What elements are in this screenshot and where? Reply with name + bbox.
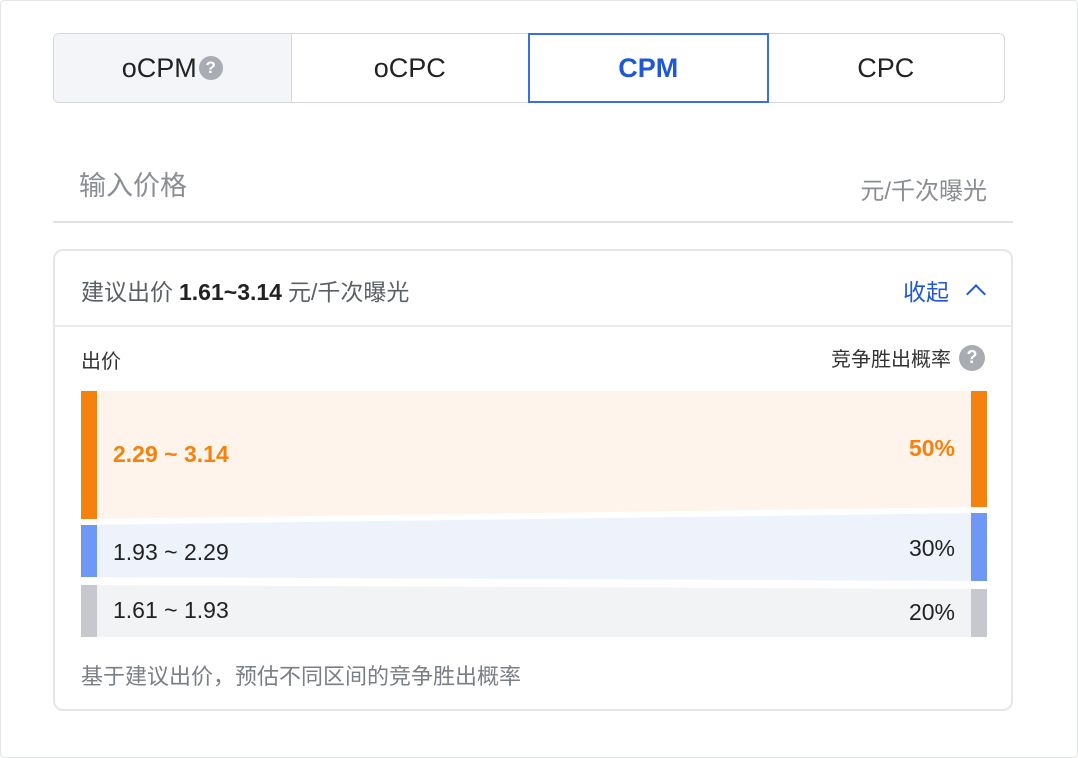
tab-cpc-label: CPC: [857, 52, 915, 83]
band-percent: 30%: [908, 535, 955, 561]
bid-type-tabs: oCPM ? oCPC CPM CPC: [53, 33, 1005, 103]
band-range: 2.29 ~ 3.14: [113, 441, 229, 467]
band-row: 1.93 ~ 2.29 30%: [81, 513, 987, 583]
band-left-bar: [81, 391, 97, 519]
band-right-bar: [971, 513, 987, 581]
band-right-bar: [971, 589, 987, 637]
band-right-bar: [971, 391, 987, 507]
band-row: 2.29 ~ 3.14 50%: [81, 391, 987, 519]
band-range: 1.61 ~ 1.93: [113, 597, 229, 623]
price-input[interactable]: [77, 165, 681, 207]
bid-panel: oCPM ? oCPC CPM CPC 元/千次曝光 建议出价1.61~3.14…: [0, 0, 1078, 758]
column-header-win-rate: 竞争胜出概率 ?: [831, 343, 985, 372]
band-left-bar: [81, 525, 97, 577]
collapse-button[interactable]: 收起: [903, 273, 986, 307]
band-percent: 20%: [908, 599, 955, 625]
suggested-bid-prefix: 建议出价: [81, 279, 173, 305]
footnote: 基于建议出价，预估不同区间的竞争胜出概率: [81, 664, 522, 689]
band-row: 1.61 ~ 1.93 20%: [81, 585, 987, 637]
suggestion-header: 建议出价 1.61~3.14 元/千次曝光 收起: [55, 251, 1011, 327]
column-header-win-rate-label: 竞争胜出概率: [831, 349, 951, 371]
help-icon[interactable]: ?: [198, 56, 223, 80]
tab-cpm[interactable]: CPM: [528, 33, 769, 103]
band-left-bar: [81, 585, 97, 637]
tab-ocpm-label: oCPM: [121, 52, 197, 83]
band-range: 1.93 ~ 2.29: [113, 539, 229, 565]
tab-cpc[interactable]: CPC: [768, 34, 1005, 102]
suggested-bid-unit: 元/千次曝光: [287, 279, 410, 305]
tab-ocpc-label: oCPC: [373, 52, 446, 83]
suggested-bid: 建议出价 1.61~3.14 元/千次曝光: [81, 273, 409, 307]
tab-ocpc[interactable]: oCPC: [292, 34, 529, 102]
collapse-label: 收起: [903, 279, 949, 305]
column-header-bid: 出价: [81, 351, 121, 373]
suggested-bid-range: 1.61~3.14: [179, 279, 282, 305]
tab-cpm-label: CPM: [618, 52, 679, 83]
tab-ocpm[interactable]: oCPM ?: [54, 34, 292, 102]
price-input-row: 元/千次曝光: [53, 151, 1013, 223]
band-percent: 50%: [908, 435, 955, 461]
chevron-up-icon: [966, 284, 986, 304]
help-icon[interactable]: ?: [959, 344, 985, 371]
suggestion-card: 建议出价 1.61~3.14 元/千次曝光 收起 出价 竞争胜出概率 ? 2.29 …: [53, 249, 1013, 711]
price-unit: 元/千次曝光: [860, 178, 987, 205]
